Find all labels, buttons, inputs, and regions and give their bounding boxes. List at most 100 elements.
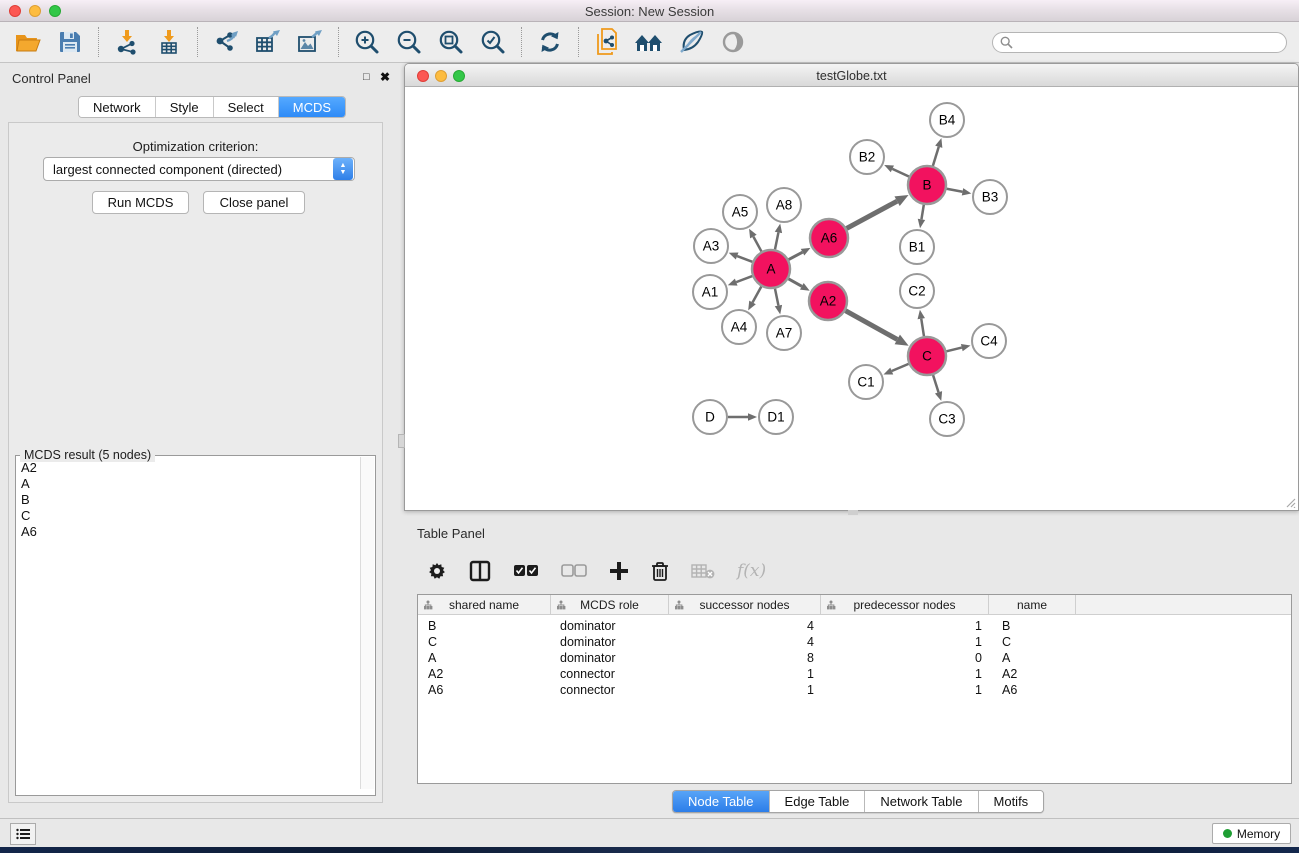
mcds-result-item[interactable]: C bbox=[16, 508, 360, 524]
table-cell[interactable]: A2 bbox=[418, 667, 551, 681]
table-cell[interactable]: A bbox=[989, 651, 1076, 665]
edge-A2-C[interactable] bbox=[845, 311, 897, 340]
tab-network[interactable]: Network bbox=[79, 97, 156, 117]
tab-motifs[interactable]: Motifs bbox=[979, 791, 1044, 812]
edge-A-A1[interactable] bbox=[736, 276, 752, 282]
edge-A-A8[interactable] bbox=[775, 232, 778, 249]
refresh-button[interactable] bbox=[534, 27, 566, 57]
zoom-out-button[interactable] bbox=[393, 27, 425, 57]
table-cell[interactable]: C bbox=[418, 635, 551, 649]
delete-table-icon[interactable] bbox=[691, 563, 715, 579]
column-header-successor-nodes[interactable]: successor nodes bbox=[669, 595, 821, 614]
network-snapshot-button[interactable] bbox=[591, 27, 623, 57]
table-row[interactable]: A2connector11A2 bbox=[418, 666, 1291, 682]
select-all-icon[interactable] bbox=[513, 564, 539, 578]
tab-node-table[interactable]: Node Table bbox=[673, 791, 770, 812]
network-canvas-svg[interactable]: B4B2BB3A5A8A6A3B1AA1C2A2A4A7C4CC1DD1C3 bbox=[405, 87, 1298, 510]
tab-style[interactable]: Style bbox=[156, 97, 214, 117]
deselect-all-icon[interactable] bbox=[561, 564, 587, 578]
tab-network-table[interactable]: Network Table bbox=[865, 791, 978, 812]
table-cell[interactable]: B bbox=[418, 619, 551, 633]
edge-C-C1[interactable] bbox=[892, 364, 909, 371]
import-table-button[interactable] bbox=[153, 27, 185, 57]
mcds-result-item[interactable]: A2 bbox=[16, 460, 360, 476]
open-file-button[interactable] bbox=[12, 27, 44, 57]
column-header-name[interactable]: name bbox=[989, 595, 1076, 614]
table-cell[interactable]: 4 bbox=[669, 619, 821, 633]
table-cell[interactable]: A2 bbox=[989, 667, 1076, 681]
network-window-titlebar[interactable]: testGlobe.txt bbox=[405, 64, 1298, 87]
save-session-button[interactable] bbox=[54, 27, 86, 57]
edge-B-B3[interactable] bbox=[947, 189, 963, 192]
table-row[interactable]: A6connector11A6 bbox=[418, 682, 1291, 698]
table-cell[interactable]: A6 bbox=[418, 683, 551, 697]
result-scrollbar[interactable] bbox=[360, 457, 374, 789]
table-cell[interactable]: dominator bbox=[551, 619, 669, 633]
table-cell[interactable]: dominator bbox=[551, 635, 669, 649]
delete-icon[interactable] bbox=[651, 561, 669, 582]
edge-C-C2[interactable] bbox=[921, 319, 924, 337]
table-cell[interactable]: dominator bbox=[551, 651, 669, 665]
table-cell[interactable]: 0 bbox=[821, 651, 989, 665]
export-table-button[interactable] bbox=[252, 27, 284, 57]
show-task-history-button[interactable] bbox=[10, 823, 36, 845]
table-cell[interactable]: C bbox=[989, 635, 1076, 649]
zoom-fit-button[interactable] bbox=[435, 27, 467, 57]
table-row[interactable]: Bdominator41B bbox=[418, 618, 1291, 634]
table-cell[interactable]: 1 bbox=[669, 667, 821, 681]
table-cell[interactable]: A bbox=[418, 651, 551, 665]
column-header-MCDS-role[interactable]: MCDS role bbox=[551, 595, 669, 614]
run-mcds-button[interactable]: Run MCDS bbox=[92, 191, 189, 214]
table-cell[interactable]: 1 bbox=[669, 683, 821, 697]
resize-grip-icon[interactable] bbox=[1284, 496, 1296, 508]
close-panel-icon[interactable]: ✖ bbox=[380, 70, 390, 84]
edge-A-A3[interactable] bbox=[737, 256, 752, 262]
edge-C-C4[interactable] bbox=[946, 348, 961, 352]
add-column-icon[interactable] bbox=[609, 561, 629, 581]
table-cell[interactable]: 1 bbox=[821, 619, 989, 633]
edge-A-A7[interactable] bbox=[775, 289, 778, 306]
tab-edge-table[interactable]: Edge Table bbox=[770, 791, 866, 812]
table-row[interactable]: Adominator80A bbox=[418, 650, 1291, 666]
home-button[interactable] bbox=[633, 27, 665, 57]
table-cell[interactable]: 4 bbox=[669, 635, 821, 649]
edge-A6-B[interactable] bbox=[847, 201, 898, 228]
show-graphics-button[interactable] bbox=[717, 27, 749, 57]
tab-mcds[interactable]: MCDS bbox=[279, 97, 345, 117]
edge-A-A4[interactable] bbox=[753, 287, 762, 303]
function-builder-icon[interactable]: f(x) bbox=[737, 561, 766, 581]
mcds-result-item[interactable]: A bbox=[16, 476, 360, 492]
table-cell[interactable]: 1 bbox=[821, 683, 989, 697]
edge-C-C3[interactable] bbox=[933, 375, 938, 392]
table-cell[interactable]: B bbox=[989, 619, 1076, 633]
float-panel-icon[interactable]: □ bbox=[363, 71, 370, 83]
edge-A-A2[interactable] bbox=[788, 279, 801, 287]
close-panel-button[interactable]: Close panel bbox=[203, 191, 305, 214]
hide-style-button[interactable] bbox=[675, 27, 707, 57]
mcds-result-item[interactable]: A6 bbox=[16, 524, 360, 540]
column-header-predecessor-nodes[interactable]: predecessor nodes bbox=[821, 595, 989, 614]
mcds-result-item[interactable]: B bbox=[16, 492, 360, 508]
left-scrollbar-stub[interactable] bbox=[398, 434, 405, 448]
zoom-in-button[interactable] bbox=[351, 27, 383, 57]
column-header-shared-name[interactable]: shared name bbox=[418, 595, 551, 614]
export-network-button[interactable] bbox=[210, 27, 242, 57]
edge-A-A5[interactable] bbox=[753, 237, 761, 252]
table-cell[interactable]: A6 bbox=[989, 683, 1076, 697]
columns-icon[interactable] bbox=[469, 560, 491, 582]
edge-B-B1[interactable] bbox=[921, 205, 923, 220]
edge-B-B2[interactable] bbox=[892, 169, 909, 177]
bottom-scrollbar-stub[interactable] bbox=[848, 510, 858, 515]
table-cell[interactable]: 1 bbox=[821, 667, 989, 681]
criterion-select[interactable]: largest connected component (directed) ▲… bbox=[43, 157, 355, 181]
table-cell[interactable]: connector bbox=[551, 667, 669, 681]
memory-button[interactable]: Memory bbox=[1212, 823, 1291, 844]
export-image-button[interactable] bbox=[294, 27, 326, 57]
import-network-button[interactable] bbox=[111, 27, 143, 57]
edge-B-B4[interactable] bbox=[933, 147, 939, 166]
gear-icon[interactable] bbox=[427, 561, 447, 581]
table-cell[interactable]: connector bbox=[551, 683, 669, 697]
tab-select[interactable]: Select bbox=[214, 97, 279, 117]
edge-A-A6[interactable] bbox=[789, 252, 803, 259]
zoom-selected-button[interactable] bbox=[477, 27, 509, 57]
